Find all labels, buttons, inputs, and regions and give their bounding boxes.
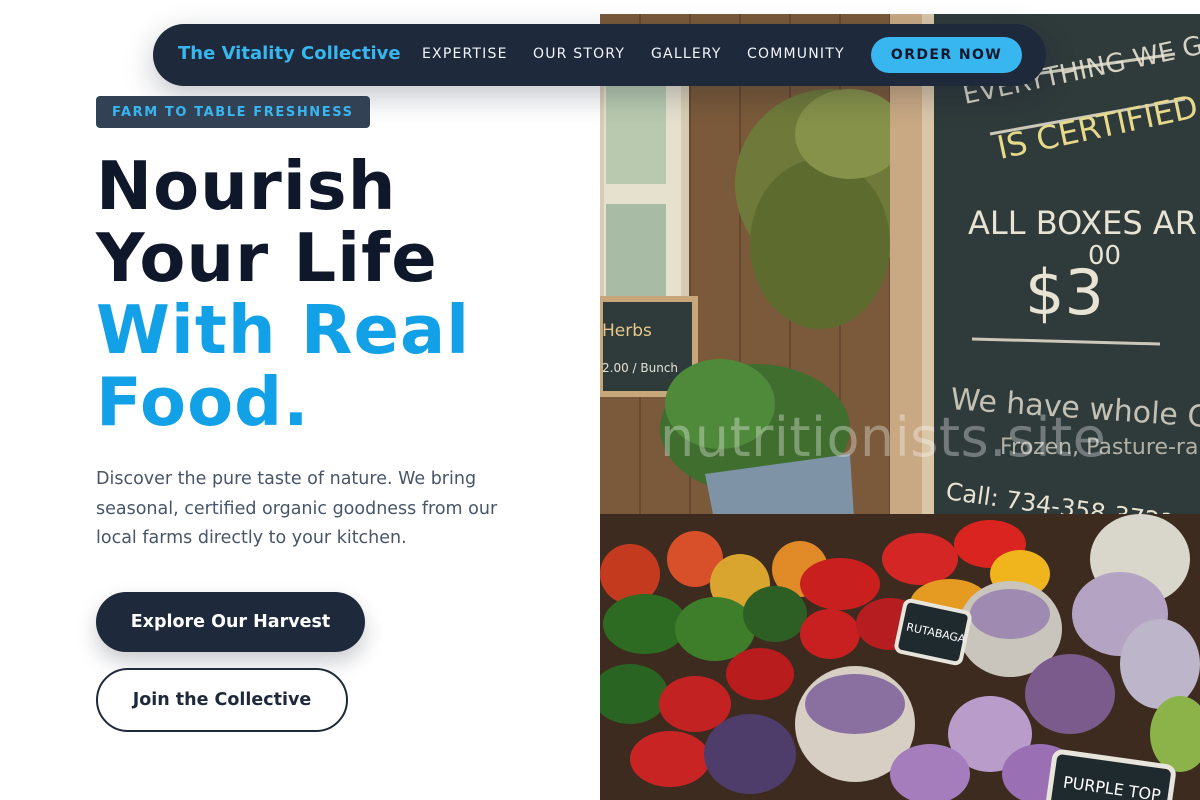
explore-harvest-button[interactable]: Explore Our Harvest	[96, 592, 365, 652]
chalk-cents: 00	[1088, 241, 1121, 271]
hero-headline: Nourish Your Life With Real Food.	[96, 150, 470, 438]
hero-description: Discover the pure taste of nature. We br…	[96, 469, 498, 548]
headline-line-3: With Real	[96, 291, 471, 369]
hero-badge: FARM TO TABLE FRESHNESS	[96, 96, 370, 128]
order-now-button[interactable]: ORDER NOW	[871, 37, 1022, 73]
hero-photo: EVERYTHING WE GR IS CERTIFIED ORG ALL BO…	[600, 14, 1200, 800]
headline-line-1: Nourish	[96, 147, 397, 225]
brand-logo[interactable]: The Vitality Collective	[178, 43, 401, 64]
join-collective-button[interactable]: Join the Collective	[96, 668, 348, 732]
herbs-sign-price: 2.00 / Bunch	[602, 361, 678, 375]
headline-line-4: Food.	[96, 363, 310, 441]
chalk-line-3: ALL BOXES ARE	[968, 204, 1200, 242]
nav-link-expertise[interactable]: EXPERTISE	[422, 46, 508, 62]
headline-line-2: Your Life	[96, 219, 438, 297]
nav-link-gallery[interactable]: GALLERY	[651, 46, 722, 62]
nav-link-our-story[interactable]: OUR STORY	[533, 46, 625, 62]
watermark-text: nutritionists.site	[660, 406, 1107, 469]
top-navigation: The Vitality Collective EXPERTISE OUR ST…	[153, 24, 1046, 86]
herbs-sign-title: Herbs	[602, 321, 652, 341]
nav-link-community[interactable]: COMMUNITY	[747, 46, 845, 62]
